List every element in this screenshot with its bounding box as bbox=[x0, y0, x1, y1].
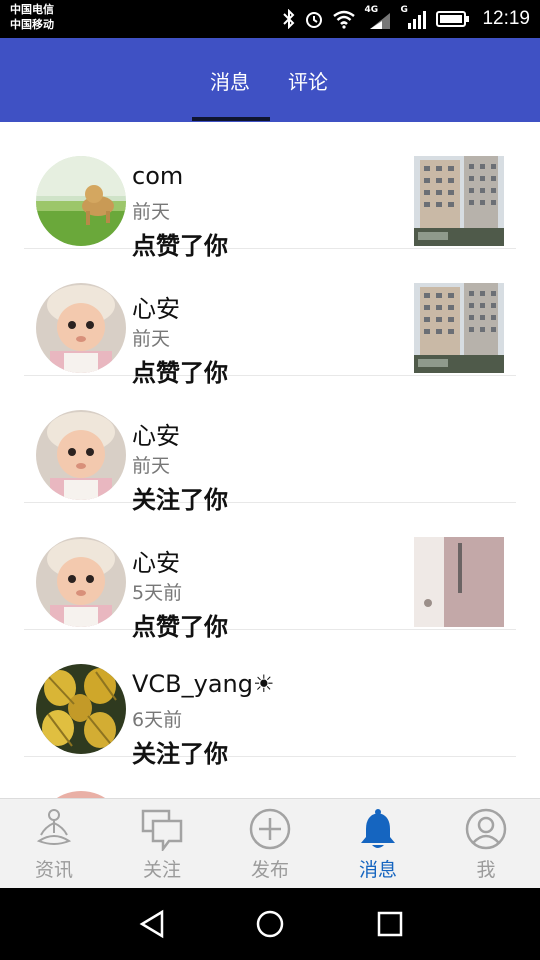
home-icon[interactable] bbox=[254, 908, 286, 940]
avatar[interactable] bbox=[36, 410, 126, 500]
message-time: 5天前 bbox=[132, 582, 183, 604]
signal-icon-2: G bbox=[400, 5, 428, 30]
user-name[interactable]: 心安 bbox=[132, 289, 180, 324]
list-item[interactable]: 心安 前天 点赞了你 bbox=[24, 249, 516, 387]
user-icon bbox=[465, 808, 507, 850]
avatar[interactable] bbox=[36, 156, 126, 246]
status-bar: 中国电信 中国移动 4G G 12:19 bbox=[0, 0, 540, 38]
back-icon[interactable] bbox=[136, 908, 168, 940]
nav-label-news: 资讯 bbox=[34, 859, 73, 881]
alarm-icon bbox=[306, 12, 323, 28]
system-navigation-bar bbox=[0, 888, 540, 960]
list-item[interactable]: 心安 前天 关注了你 bbox=[24, 376, 516, 514]
message-time: 前天 bbox=[132, 328, 171, 350]
nav-label-me: 我 bbox=[476, 859, 496, 881]
chat-icon bbox=[141, 809, 183, 851]
message-time: 前天 bbox=[132, 455, 171, 477]
status-icons: 4G G 12:19 bbox=[282, 0, 530, 38]
bell-icon bbox=[361, 809, 395, 848]
tab-messages[interactable]: 消息 bbox=[210, 66, 250, 95]
nav-item-publish[interactable]: 发布 bbox=[216, 799, 324, 889]
signal-icon-1: 4G bbox=[364, 5, 392, 30]
list-item[interactable]: com 前天 点赞了你 bbox=[24, 122, 516, 260]
message-time: 前天 bbox=[132, 201, 171, 223]
nav-label-publish: 发布 bbox=[250, 859, 289, 881]
nav-label-messages: 消息 bbox=[358, 859, 397, 881]
message-list[interactable]: com 前天 点赞了你 心安 前天 点赞了你 心安 前天 关注了你 心安 5天前… bbox=[0, 122, 540, 798]
post-thumbnail[interactable] bbox=[414, 537, 504, 627]
list-item-partial[interactable] bbox=[24, 757, 516, 798]
bottom-navigation: 资讯 关注 发布 消息 我 bbox=[0, 798, 540, 889]
carrier-2: 中国移动 bbox=[10, 18, 54, 31]
list-item[interactable]: 心安 5天前 点赞了你 bbox=[24, 503, 516, 641]
avatar[interactable] bbox=[36, 283, 126, 373]
plus-circle-icon bbox=[249, 808, 291, 850]
nav-label-following: 关注 bbox=[142, 859, 181, 881]
avatar[interactable] bbox=[36, 537, 126, 627]
nav-item-following[interactable]: 关注 bbox=[108, 799, 216, 889]
user-name[interactable]: 心安 bbox=[132, 416, 180, 451]
meditation-icon bbox=[36, 809, 72, 845]
post-thumbnail[interactable] bbox=[414, 156, 504, 246]
nav-item-me[interactable]: 我 bbox=[432, 799, 540, 889]
wifi-icon bbox=[333, 10, 356, 29]
message-time: 6天前 bbox=[132, 709, 183, 731]
app-bar: 消息 评论 bbox=[0, 38, 540, 122]
list-item[interactable]: VCB_yang☀ 6天前 关注了你 bbox=[24, 630, 516, 768]
avatar[interactable] bbox=[36, 791, 126, 798]
carrier-info: 中国电信 中国移动 bbox=[10, 2, 54, 32]
battery-icon bbox=[436, 11, 470, 27]
user-name[interactable]: VCB_yang☀ bbox=[132, 670, 275, 698]
status-time: 12:19 bbox=[482, 8, 530, 29]
avatar[interactable] bbox=[36, 664, 126, 754]
bluetooth-icon bbox=[283, 9, 295, 29]
tab-active-indicator bbox=[192, 117, 270, 121]
nav-item-messages[interactable]: 消息 bbox=[324, 799, 432, 889]
recent-apps-icon[interactable] bbox=[374, 908, 406, 940]
tab-comments[interactable]: 评论 bbox=[288, 66, 328, 95]
post-thumbnail[interactable] bbox=[414, 283, 504, 373]
carrier-1: 中国电信 bbox=[10, 3, 54, 16]
user-name[interactable]: com bbox=[132, 162, 183, 190]
nav-item-news[interactable]: 资讯 bbox=[0, 799, 108, 889]
user-name[interactable]: 心安 bbox=[132, 543, 180, 578]
